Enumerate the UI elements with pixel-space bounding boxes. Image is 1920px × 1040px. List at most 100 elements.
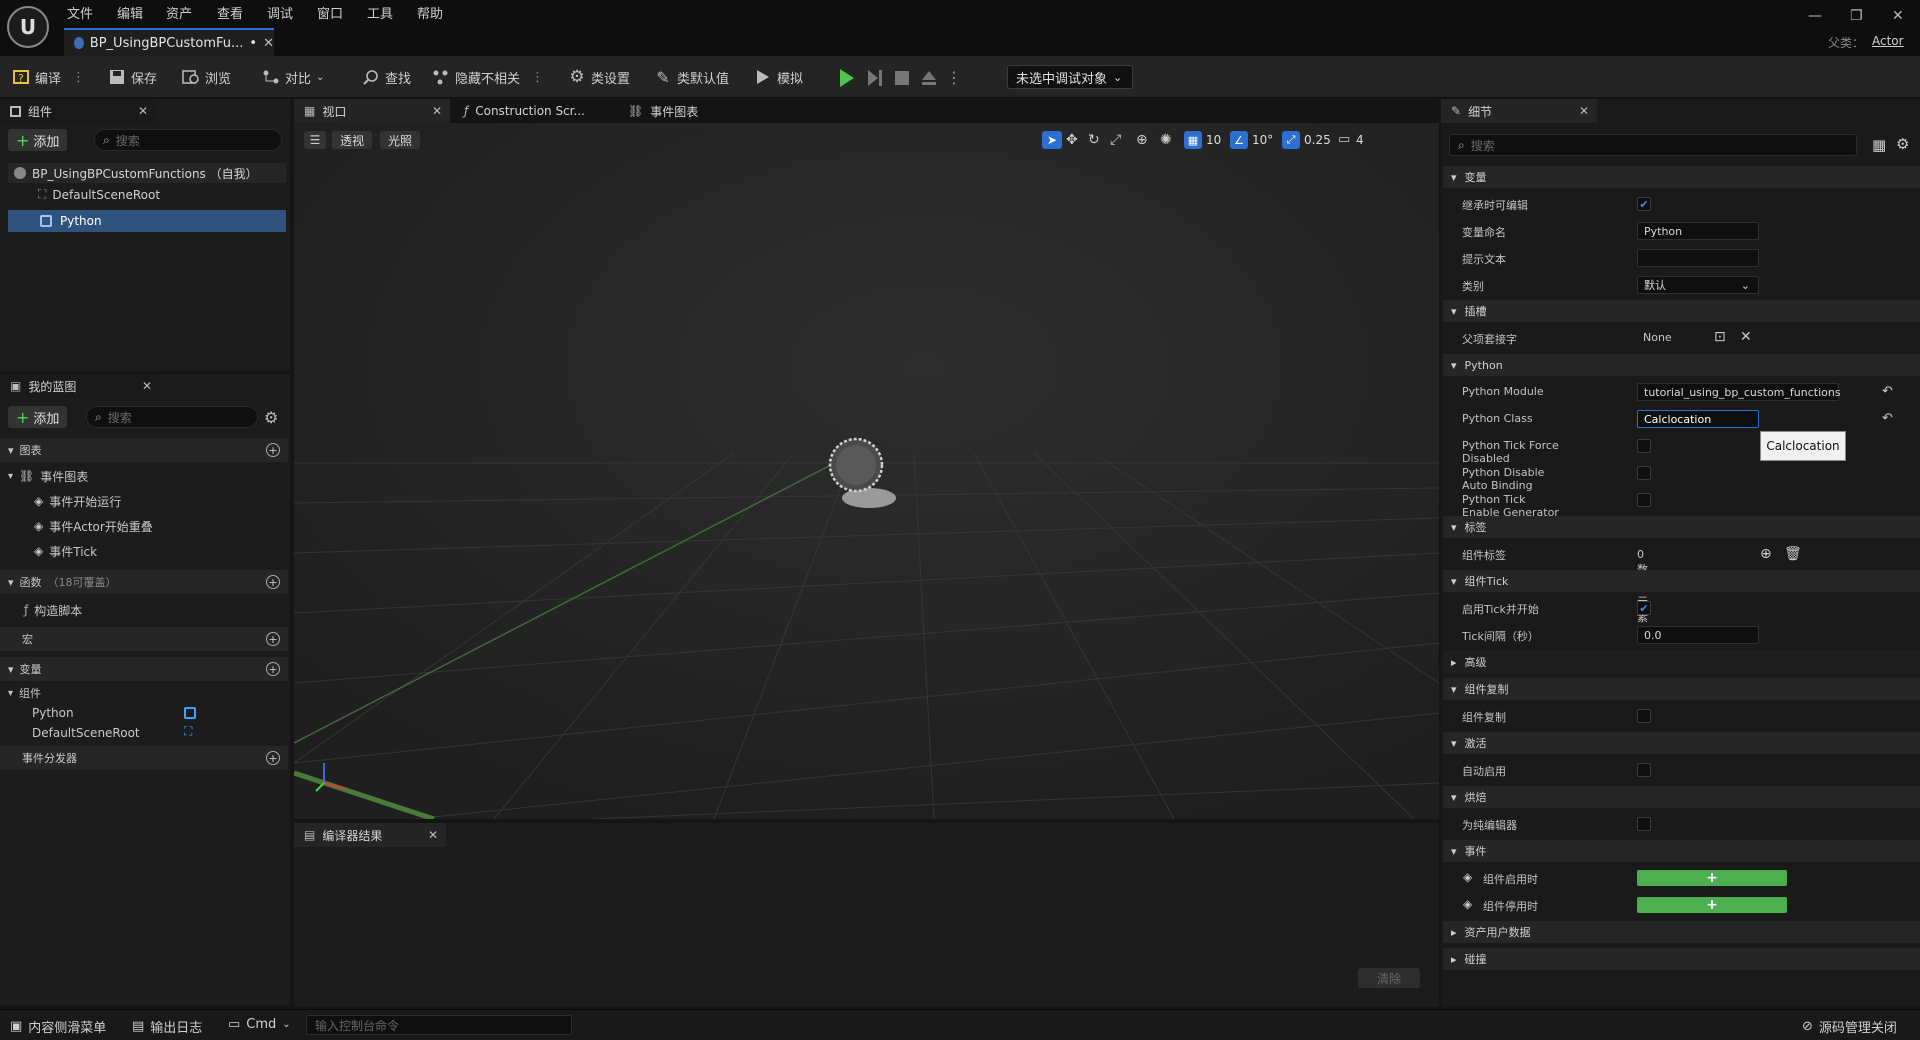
components-tab[interactable]: 组件 ✕ (0, 99, 156, 123)
add-element-icon[interactable]: ⊕ (1760, 546, 1772, 562)
play-options-icon[interactable]: ⋮ (946, 68, 962, 87)
minimize-icon[interactable]: — (1808, 8, 1822, 24)
tooltip-field[interactable] (1637, 249, 1759, 267)
parent-class-link[interactable]: Actor (1872, 34, 1904, 48)
menu-view[interactable]: 查看 (217, 3, 243, 22)
add-function-icon[interactable]: + (266, 575, 280, 589)
cmd-dropdown[interactable]: ▭ Cmd ⌄ (228, 1017, 291, 1032)
components-group[interactable]: ▾ 组件 (8, 682, 41, 704)
editor-only-checkbox[interactable] (1637, 817, 1651, 831)
compile-options-icon[interactable]: ⋮ (72, 70, 85, 85)
variable-name-field[interactable]: Python (1637, 222, 1759, 240)
add-variable-icon[interactable]: + (266, 662, 280, 676)
details-section-sockets[interactable]: ▾ 插槽 (1443, 300, 1920, 322)
tab-construction-script[interactable]: ƒ Construction Scr... (454, 99, 614, 123)
menu-window[interactable]: 窗口 (317, 3, 343, 22)
menu-debug[interactable]: 调试 (267, 3, 293, 22)
details-tab[interactable]: ✎ 细节 ✕ (1441, 99, 1597, 123)
viewport-menu-icon[interactable]: ☰ (304, 131, 326, 149)
rotation-snap-value[interactable]: 10° (1252, 133, 1273, 147)
start-with-tick-checkbox[interactable]: ✔ (1637, 601, 1651, 615)
translate-icon[interactable]: ✥ (1066, 132, 1078, 148)
scale-snap-value[interactable]: 0.25 (1304, 133, 1331, 147)
clear-icon[interactable]: ✕ (1740, 329, 1752, 345)
grid-snap-icon[interactable]: ▦ (1184, 131, 1202, 149)
add-on-deactivated-button[interactable]: + (1637, 897, 1787, 913)
tick-interval-field[interactable]: 0.0 (1637, 626, 1759, 644)
compile-button[interactable]: ? 编译 ⋮ (12, 65, 85, 89)
world-local-icon[interactable]: ✺ (1160, 132, 1172, 148)
variables-section-header[interactable]: ▾ 变量 (0, 657, 288, 681)
close-icon[interactable]: ✕ (138, 104, 148, 118)
console-input[interactable]: 输入控制台命令 (306, 1015, 572, 1035)
clear-button[interactable]: 清除 (1358, 968, 1420, 988)
content-drawer-button[interactable]: ▣ 内容侧滑菜单 (10, 1017, 106, 1036)
unreal-logo-icon[interactable]: U (7, 6, 49, 48)
play-icon[interactable] (838, 68, 856, 88)
camera-speed-icon[interactable]: ▭ (1338, 132, 1350, 147)
reset-to-default-icon[interactable]: ↶ (1882, 411, 1893, 426)
details-section-cooking[interactable]: ▾ 烘焙 (1443, 786, 1920, 808)
diff-button[interactable]: 对比 ⌄ (262, 65, 324, 89)
class-settings-button[interactable]: ⚙ 类设置 (568, 65, 630, 89)
reset-to-default-icon[interactable]: ↶ (1882, 384, 1893, 399)
scale-icon[interactable]: ⤢ (1110, 132, 1121, 148)
details-section-component-tick[interactable]: ▾ 组件Tick (1443, 570, 1920, 592)
camera-speed-value[interactable]: 4 (1356, 133, 1364, 147)
rotation-snap-icon[interactable]: ∠ (1230, 131, 1248, 149)
details-section-events[interactable]: ▾ 事件 (1443, 840, 1920, 862)
rotate-icon[interactable]: ↻ (1088, 132, 1100, 148)
debug-target-dropdown[interactable]: 未选中调试对象 ⌄ (1007, 65, 1133, 89)
details-section-tags[interactable]: ▾ 标签 (1443, 516, 1920, 538)
simulate-button[interactable]: 模拟 (754, 65, 803, 89)
category-combobox[interactable]: 默认 ⌄ (1637, 276, 1759, 294)
save-button[interactable]: 保存 (108, 65, 157, 89)
perspective-button[interactable]: 透视 (332, 131, 373, 149)
output-log-button[interactable]: ▤ 输出日志 (132, 1017, 202, 1036)
window-close-icon[interactable]: ✕ (1892, 8, 1904, 24)
add-component-button[interactable]: + 添加 (8, 129, 68, 151)
step-icon[interactable] (866, 68, 884, 88)
auto-activate-checkbox[interactable] (1637, 763, 1651, 777)
menu-tools[interactable]: 工具 (367, 3, 393, 22)
trash-icon[interactable]: 🗑 (1784, 546, 1802, 562)
tab-event-graph[interactable]: ⛓ 事件图表 (618, 99, 738, 123)
hide-unrelated-button[interactable]: 隐藏不相关 ⋮ (432, 65, 544, 89)
menu-help[interactable]: 帮助 (417, 3, 443, 22)
lighting-button[interactable]: 光照 (380, 131, 421, 149)
details-section-asset-user-data[interactable]: ▸ 资产用户数据 (1443, 921, 1920, 943)
details-section-variable[interactable]: ▾ 变量 (1443, 166, 1920, 188)
details-section-advanced[interactable]: ▸ 高级 (1443, 651, 1920, 673)
document-tab[interactable]: BP_UsingBPCustomFu... • ✕ (64, 28, 274, 56)
details-search-input[interactable]: ⌕ 搜索 (1449, 134, 1857, 156)
editable-when-inherited-checkbox[interactable]: ✔ (1637, 197, 1651, 211)
source-control-button[interactable]: ⊘ 源码管理关闭 (1802, 1017, 1897, 1036)
tick-enable-generator-checkbox[interactable] (1637, 493, 1651, 507)
close-icon[interactable]: ✕ (1579, 104, 1589, 118)
find-button[interactable]: 查找 (362, 65, 411, 89)
replicates-checkbox[interactable] (1637, 709, 1651, 723)
select-icon[interactable]: ➤ (1042, 131, 1062, 149)
menu-file[interactable]: 文件 (67, 3, 93, 22)
scale-snap-icon[interactable]: ⤢ (1282, 131, 1300, 149)
menu-edit[interactable]: 编辑 (117, 3, 143, 22)
close-icon[interactable]: ✕ (263, 36, 274, 51)
tick-force-disabled-checkbox[interactable] (1637, 439, 1651, 453)
functions-section-header[interactable]: ▾ 函数 （18可覆盖） (0, 570, 288, 594)
hide-options-icon[interactable]: ⋮ (531, 70, 544, 85)
eject-icon[interactable] (920, 68, 938, 88)
disable-auto-binding-checkbox[interactable] (1637, 466, 1651, 480)
restore-icon[interactable]: ❐ (1850, 8, 1863, 24)
event-item[interactable]: ◈ 事件Actor开始重叠 (34, 515, 153, 537)
parent-socket-value[interactable]: None (1637, 331, 1707, 344)
component-root-row[interactable]: BP_UsingBPCustomFunctions （自我） (8, 163, 286, 183)
python-class-field[interactable]: Calclocation (1637, 410, 1759, 428)
details-section-activation[interactable]: ▾ 激活 (1443, 732, 1920, 754)
table-view-icon[interactable]: ▦ (1872, 136, 1886, 154)
close-icon[interactable]: ✕ (432, 104, 442, 118)
details-section-python[interactable]: ▾ Python (1443, 354, 1920, 376)
details-section-replication[interactable]: ▾ 组件复制 (1443, 678, 1920, 700)
add-on-activated-button[interactable]: + (1637, 870, 1787, 886)
grid-snap-value[interactable]: 10 (1206, 133, 1221, 147)
gear-icon[interactable]: ⚙ (1896, 135, 1909, 153)
